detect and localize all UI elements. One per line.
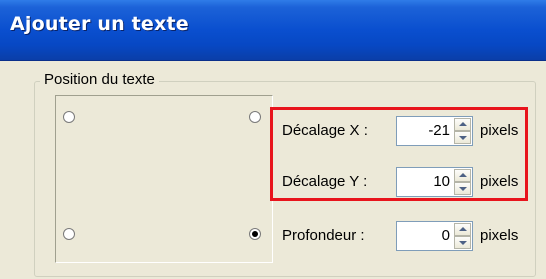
depth-spin-buttons — [454, 223, 471, 249]
arrow-up-icon — [459, 173, 467, 177]
arrow-up-icon — [459, 227, 467, 231]
arrow-down-icon — [459, 241, 467, 245]
position-panel — [55, 95, 273, 263]
depth-unit: pixels — [480, 227, 519, 244]
offset-x-decrement-button[interactable] — [454, 131, 471, 144]
title-bar[interactable]: Ajouter un texte — [0, 0, 546, 61]
radio-top-left[interactable] — [63, 111, 75, 123]
depth-spinner[interactable]: 0 — [396, 221, 473, 251]
radio-selected-dot — [252, 231, 258, 237]
dialog-window: Ajouter un texte Position du texte Décal… — [0, 0, 546, 279]
radio-bottom-right[interactable] — [249, 228, 261, 240]
offset-y-spin-buttons — [454, 169, 471, 195]
arrow-down-icon — [459, 187, 467, 191]
arrow-down-icon — [459, 136, 467, 140]
dialog-content: Position du texte Décalage X : -21 pixel… — [0, 61, 546, 279]
offset-x-unit: pixels — [480, 122, 519, 139]
group-label: Position du texte — [40, 71, 159, 88]
radio-top-right[interactable] — [249, 111, 261, 123]
offset-x-spin-buttons — [454, 118, 471, 144]
offset-y-spinner[interactable]: 10 — [396, 167, 473, 197]
arrow-up-icon — [459, 122, 467, 126]
depth-label: Profondeur : — [282, 227, 365, 244]
offset-y-label: Décalage Y : — [282, 173, 368, 190]
depth-decrement-button[interactable] — [454, 236, 471, 249]
offset-x-spinner[interactable]: -21 — [396, 116, 473, 146]
offset-y-value[interactable]: 10 — [433, 173, 450, 190]
offset-x-increment-button[interactable] — [454, 118, 471, 131]
offset-x-value[interactable]: -21 — [428, 122, 450, 139]
offset-y-increment-button[interactable] — [454, 169, 471, 182]
dialog-title: Ajouter un texte — [10, 13, 189, 35]
depth-increment-button[interactable] — [454, 223, 471, 236]
offset-y-unit: pixels — [480, 173, 519, 190]
offset-y-decrement-button[interactable] — [454, 182, 471, 195]
offset-x-label: Décalage X : — [282, 122, 368, 139]
radio-bottom-left[interactable] — [63, 228, 75, 240]
depth-value[interactable]: 0 — [442, 227, 450, 244]
